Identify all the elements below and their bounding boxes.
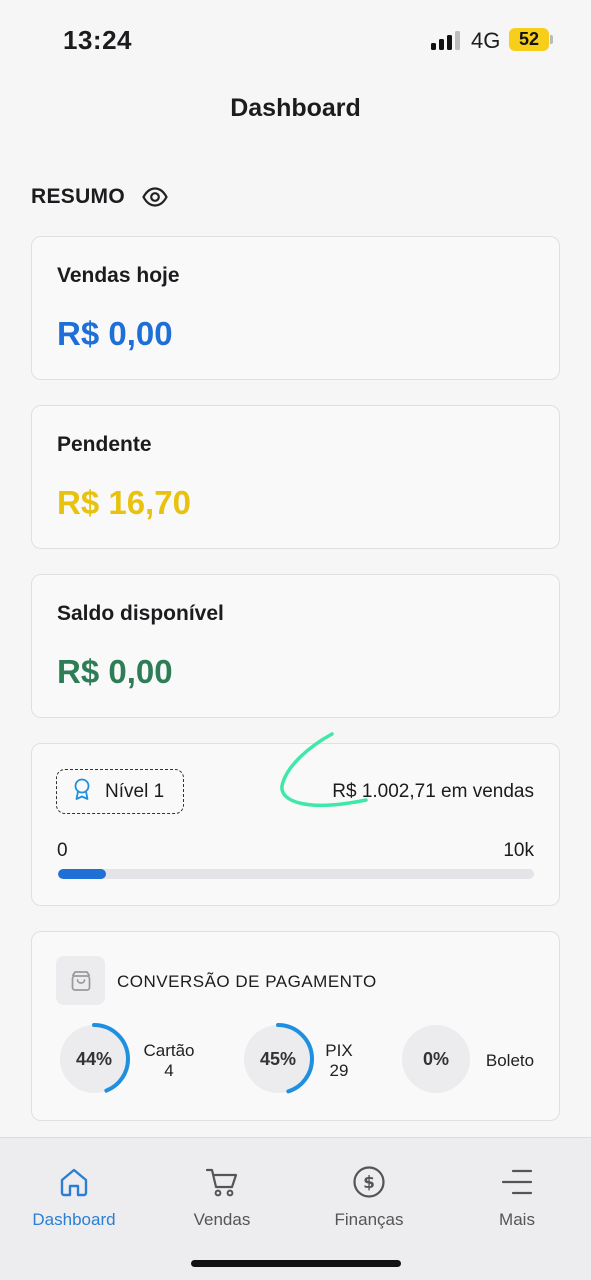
method-card: Cartão 4 bbox=[141, 1041, 197, 1081]
pix-name: PIX bbox=[325, 1041, 353, 1060]
sales-today-label: Vendas hoje bbox=[57, 264, 180, 287]
dollar-circle-icon: $ bbox=[299, 1164, 439, 1200]
bottom-nav: Dashboard Vendas $ Finanças Mais bbox=[0, 1137, 591, 1280]
gauge-pix: 45% bbox=[242, 1023, 314, 1095]
gauge-boleto: 0% bbox=[400, 1023, 472, 1095]
pending-value: R$ 16,70 bbox=[57, 484, 191, 521]
menu-icon bbox=[447, 1164, 587, 1200]
level-range-min: 0 bbox=[57, 840, 68, 861]
nav-more-label: Mais bbox=[499, 1210, 535, 1229]
page-title: Dashboard bbox=[230, 94, 361, 122]
home-icon bbox=[4, 1164, 144, 1200]
nav-sales-label: Vendas bbox=[193, 1210, 251, 1229]
boleto-name: Boleto bbox=[485, 1051, 535, 1070]
nav-more[interactable]: Mais bbox=[447, 1164, 587, 1230]
card-payment-conversion: CONVERSÃO DE PAGAMENTO 44% Cartão 4 45% … bbox=[31, 931, 560, 1121]
gauge-card: 44% bbox=[58, 1023, 130, 1095]
level-range-max: 10k bbox=[503, 840, 534, 861]
summary-title: RESUMO bbox=[31, 185, 125, 208]
method-boleto: Boleto bbox=[480, 1051, 540, 1071]
signal-icon bbox=[431, 30, 463, 50]
award-ribbon-icon bbox=[73, 778, 91, 805]
cart-icon bbox=[152, 1164, 292, 1200]
pending-label: Pendente bbox=[57, 433, 152, 456]
svg-text:$: $ bbox=[363, 1173, 375, 1193]
available-balance-label: Saldo disponível bbox=[57, 602, 224, 625]
boleto-percent: 0% bbox=[422, 1048, 449, 1069]
conversion-title: CONVERSÃO DE PAGAMENTO bbox=[117, 972, 377, 991]
highlight-scribble bbox=[280, 732, 368, 807]
nav-finances[interactable]: $ Finanças bbox=[299, 1164, 439, 1230]
nav-dashboard[interactable]: Dashboard bbox=[4, 1164, 144, 1230]
card-available-balance[interactable]: Saldo disponível R$ 0,00 bbox=[31, 574, 560, 718]
network-type: 4G bbox=[471, 28, 501, 53]
available-balance-value: R$ 0,00 bbox=[57, 653, 173, 690]
level-progress-bar bbox=[58, 869, 534, 879]
card-sales-today[interactable]: Vendas hoje R$ 0,00 bbox=[31, 236, 560, 380]
pix-percent: 45% bbox=[259, 1048, 297, 1069]
battery-icon: 52 bbox=[509, 28, 549, 51]
card-percent: 44% bbox=[75, 1048, 113, 1069]
level-sales-text: R$ 1.002,71 em vendas bbox=[332, 781, 534, 802]
nav-sales[interactable]: Vendas bbox=[152, 1164, 292, 1230]
status-time: 13:24 bbox=[63, 25, 132, 55]
level-progress-fill bbox=[58, 869, 106, 879]
status-bar: 13:24 4G 52 bbox=[0, 0, 591, 80]
pix-count: 29 bbox=[329, 1061, 349, 1080]
method-pix: PIX 29 bbox=[322, 1041, 356, 1081]
nav-finances-label: Finanças bbox=[334, 1210, 404, 1229]
home-indicator[interactable] bbox=[191, 1260, 401, 1267]
card-name: Cartão bbox=[143, 1041, 195, 1060]
level-badge[interactable]: Nível 1 bbox=[56, 769, 184, 814]
card-pending[interactable]: Pendente R$ 16,70 bbox=[31, 405, 560, 549]
level-badge-label: Nível 1 bbox=[105, 780, 165, 802]
card-count: 4 bbox=[164, 1061, 174, 1080]
battery-cap bbox=[550, 35, 553, 44]
summary-header: RESUMO bbox=[31, 184, 168, 210]
sales-today-value: R$ 0,00 bbox=[57, 315, 173, 352]
card-level: Nível 1 R$ 1.002,71 em vendas 0 10k bbox=[31, 732, 560, 906]
screen: 13:24 4G 52 Dashboard RESUMO Vendas hoje… bbox=[0, 0, 591, 1280]
nav-dashboard-label: Dashboard bbox=[32, 1210, 116, 1229]
shopping-bag-icon bbox=[56, 956, 105, 1005]
eye-icon[interactable] bbox=[142, 184, 168, 210]
